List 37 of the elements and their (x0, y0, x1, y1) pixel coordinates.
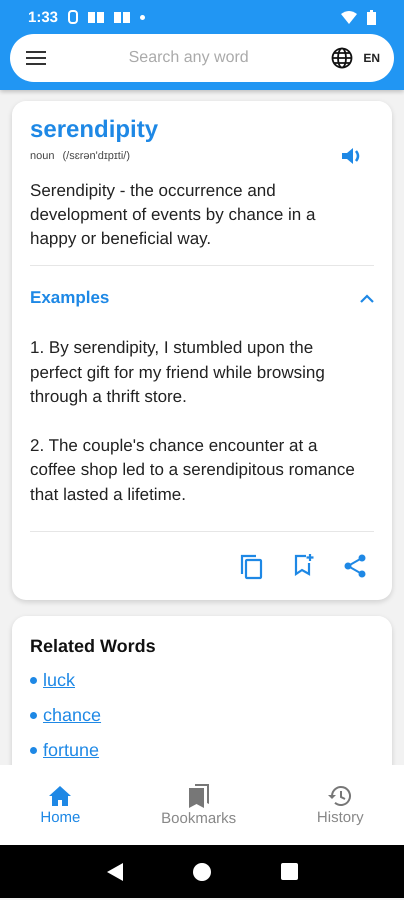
book-icon (88, 11, 104, 23)
related-word-link[interactable]: fortune (43, 740, 100, 761)
bullet-icon (30, 747, 37, 754)
chevron-icon[interactable] (360, 294, 374, 302)
nav-tab[interactable]: History (308, 780, 372, 830)
examples-heading[interactable]: Examples (30, 288, 110, 308)
notification-icon (68, 10, 78, 24)
bookmarks-icon (186, 784, 211, 808)
status-time: 1:33 (28, 8, 58, 26)
pronunciation: (/sɛrən'dɪpɪti/) (62, 150, 130, 162)
headword: serendipity (30, 115, 160, 145)
bullet-icon (30, 712, 37, 719)
house-icon (48, 784, 72, 806)
bullet-icon (30, 677, 37, 684)
recents-icon[interactable] (280, 863, 298, 880)
dot-icon (140, 14, 146, 20)
back-icon[interactable] (106, 862, 122, 880)
example-sentence: 2. The couple's chance encounter at a coffee shop led to a serendipitous romance that lasted a lifetime. (30, 434, 356, 506)
share-icon[interactable] (344, 554, 366, 580)
menu-icon[interactable] (26, 51, 46, 65)
wifi-icon (341, 10, 357, 24)
book-icon (114, 11, 130, 23)
related-word-link[interactable]: chance (43, 705, 102, 726)
copy-icon[interactable] (240, 554, 264, 580)
definition-text: Serendipity - the occurrence and development of events by chance in a happy or beneficial way. (30, 180, 316, 250)
related-heading: Related Words (30, 636, 157, 657)
language-label[interactable]: EN (363, 51, 380, 65)
battery-icon (367, 10, 376, 24)
globe-icon[interactable] (331, 47, 354, 69)
part-of-speech: noun (30, 150, 54, 162)
related-word-link[interactable]: luck (43, 670, 76, 691)
history-icon (328, 784, 352, 806)
example-sentence: 1. By serendipity, I stumbled upon the perfect gift for my friend while browsing through a thrift store. (30, 337, 326, 408)
search-bar[interactable]: Search any word EN (10, 34, 394, 82)
nav-tab[interactable]: Bookmarks (153, 780, 244, 830)
nav-tab[interactable]: Home (32, 780, 88, 830)
home-icon[interactable] (192, 862, 210, 880)
